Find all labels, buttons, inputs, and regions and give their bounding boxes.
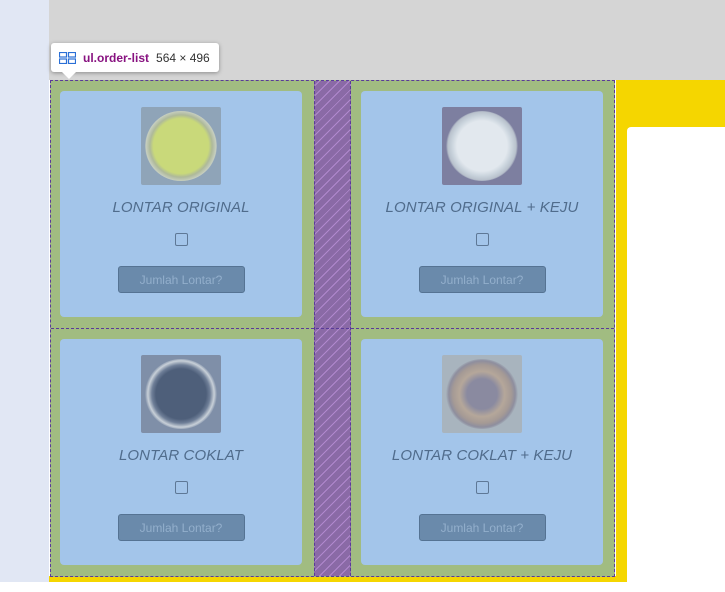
product-card-lontar-original-keju: LONTAR ORIGINAL + KEJU Jumlah Lontar? bbox=[361, 91, 603, 317]
element-size: 564 × 496 bbox=[156, 50, 210, 65]
product-card-lontar-original: LONTAR ORIGINAL Jumlah Lontar? bbox=[60, 91, 302, 317]
product-name: LONTAR COKLAT bbox=[118, 447, 244, 464]
select-checkbox[interactable] bbox=[475, 233, 489, 246]
product-image bbox=[141, 107, 221, 185]
product-image bbox=[442, 107, 522, 185]
quantity-button[interactable]: Jumlah Lontar? bbox=[117, 266, 245, 293]
product-card-lontar-coklat-keju: LONTAR COKLAT + KEJU Jumlah Lontar? bbox=[361, 339, 603, 565]
side-panel bbox=[627, 127, 725, 582]
product-image bbox=[442, 355, 522, 433]
select-checkbox[interactable] bbox=[475, 481, 489, 494]
product-name: LONTAR COKLAT + KEJU bbox=[391, 447, 573, 464]
grid-layout-icon bbox=[59, 51, 76, 64]
quantity-button[interactable]: Jumlah Lontar? bbox=[418, 266, 546, 293]
product-name: LONTAR ORIGINAL + KEJU bbox=[385, 199, 579, 216]
select-checkbox[interactable] bbox=[174, 233, 188, 246]
order-list: LONTAR ORIGINAL Jumlah Lontar? LONTAR OR… bbox=[50, 80, 615, 577]
quantity-button[interactable]: Jumlah Lontar? bbox=[117, 514, 245, 541]
product-image bbox=[141, 355, 221, 433]
element-selector: ul.order-list bbox=[83, 50, 150, 65]
inspector-tooltip: ul.order-list 564 × 496 bbox=[51, 43, 219, 79]
product-name: LONTAR ORIGINAL bbox=[112, 199, 250, 216]
product-card-lontar-coklat: LONTAR COKLAT Jumlah Lontar? bbox=[60, 339, 302, 565]
quantity-button[interactable]: Jumlah Lontar? bbox=[418, 514, 546, 541]
left-page-strip bbox=[0, 0, 49, 582]
select-checkbox[interactable] bbox=[174, 481, 188, 494]
grid-row-line bbox=[51, 328, 614, 329]
